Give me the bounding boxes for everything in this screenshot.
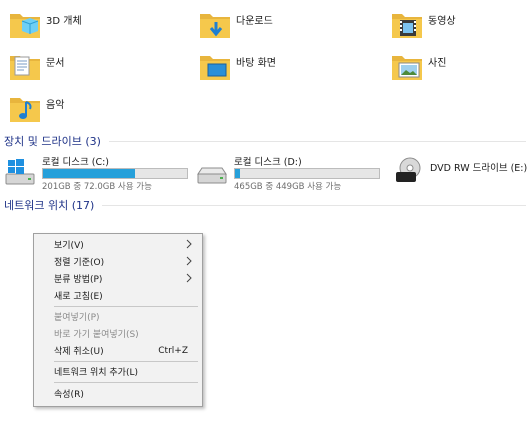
section-divider: [102, 204, 526, 206]
menu-item-label: 붙여넣기(P): [54, 313, 100, 323]
videos-folder-icon: [390, 8, 424, 42]
hard-drive-icon: [196, 156, 230, 186]
folder-downloads[interactable]: 다운로드: [198, 8, 273, 48]
dvd-drive-icon: [392, 156, 426, 186]
3d-objects-folder-icon: [8, 8, 42, 42]
devices-section-title: 장치 및 드라이브 (3): [4, 135, 101, 148]
folder-label: 동영상: [428, 16, 456, 27]
drive-name: 로컬 디스크 (C:): [42, 157, 109, 168]
folder-videos[interactable]: 동영상: [390, 8, 456, 48]
menu-item-label: 정렬 기준(O): [54, 258, 105, 268]
menu-separator: [54, 306, 198, 307]
menu-item-paste[interactable]: 붙여넣기(P): [34, 308, 202, 325]
drive-e[interactable]: DVD RW 드라이브 (E:): [392, 154, 530, 192]
folder-pictures[interactable]: 사진: [390, 50, 446, 90]
desktop-folder-icon: [198, 50, 232, 84]
menu-item-label: 삭제 취소(U): [54, 347, 104, 357]
menu-item-label: 분류 방법(P): [54, 275, 103, 285]
menu-item-undo-delete[interactable]: 삭제 취소(U) Ctrl+Z: [34, 342, 202, 359]
chevron-right-icon: [184, 239, 194, 249]
menu-item-properties[interactable]: 속성(R): [34, 385, 202, 402]
menu-item-group-by[interactable]: 분류 방법(P): [34, 270, 202, 287]
drive-usage-fill: [235, 169, 241, 178]
menu-item-label: 바로 가기 붙여넣기(S): [54, 330, 139, 340]
network-section-title: 네트워크 위치 (17): [4, 199, 95, 212]
section-divider: [108, 140, 526, 142]
folder-label: 음악: [46, 100, 65, 111]
menu-item-add-network-location[interactable]: 네트워크 위치 추가(L): [34, 363, 202, 380]
downloads-folder-icon: [198, 8, 232, 42]
menu-item-shortcut: Ctrl+Z: [158, 345, 188, 356]
drive-free-space: 201GB 중 72.0GB 사용 가능: [42, 182, 152, 192]
folder-label: 3D 개체: [46, 16, 82, 27]
menu-item-view[interactable]: 보기(V): [34, 236, 202, 253]
menu-item-label: 새로 고침(E): [54, 292, 103, 302]
music-folder-icon: [8, 92, 42, 126]
folder-label: 다운로드: [236, 16, 273, 27]
context-menu: 보기(V) 정렬 기준(O) 분류 방법(P) 새로 고침(E) 붙여넣기(P)…: [33, 233, 203, 407]
menu-item-paste-shortcut[interactable]: 바로 가기 붙여넣기(S): [34, 325, 202, 342]
drive-c[interactable]: 로컬 디스크 (C:) 201GB 중 72.0GB 사용 가능: [4, 154, 190, 192]
devices-section-header[interactable]: 장치 및 드라이브 (3): [4, 133, 526, 149]
folder-label: 사진: [428, 58, 447, 69]
folder-3d-objects[interactable]: 3D 개체: [8, 8, 82, 48]
folder-label: 바탕 화면: [236, 58, 276, 69]
menu-separator: [54, 361, 198, 362]
documents-folder-icon: [8, 50, 42, 84]
drive-usage-bar: [42, 168, 188, 179]
pictures-folder-icon: [390, 50, 424, 84]
drive-d[interactable]: 로컬 디스크 (D:) 465GB 중 449GB 사용 가능: [196, 154, 382, 192]
drive-free-space: 465GB 중 449GB 사용 가능: [234, 182, 342, 192]
folder-desktop[interactable]: 바탕 화면: [198, 50, 276, 90]
menu-item-label: 보기(V): [54, 241, 84, 251]
network-section-header[interactable]: 네트워크 위치 (17): [4, 197, 526, 213]
windows-drive-icon: [4, 156, 38, 186]
chevron-right-icon: [184, 256, 194, 266]
chevron-right-icon: [184, 273, 194, 283]
folder-documents[interactable]: 문서: [8, 50, 64, 90]
drive-name: 로컬 디스크 (D:): [234, 157, 302, 168]
menu-item-label: 속성(R): [54, 390, 84, 400]
drive-usage-fill: [43, 169, 136, 178]
drive-usage-bar: [234, 168, 380, 179]
menu-item-sort-by[interactable]: 정렬 기준(O): [34, 253, 202, 270]
menu-item-label: 네트워크 위치 추가(L): [54, 368, 138, 378]
menu-separator: [54, 382, 198, 383]
folder-label: 문서: [46, 58, 65, 69]
drive-name: DVD RW 드라이브 (E:): [430, 163, 528, 174]
folder-music[interactable]: 음악: [8, 92, 64, 132]
menu-item-refresh[interactable]: 새로 고침(E): [34, 287, 202, 304]
